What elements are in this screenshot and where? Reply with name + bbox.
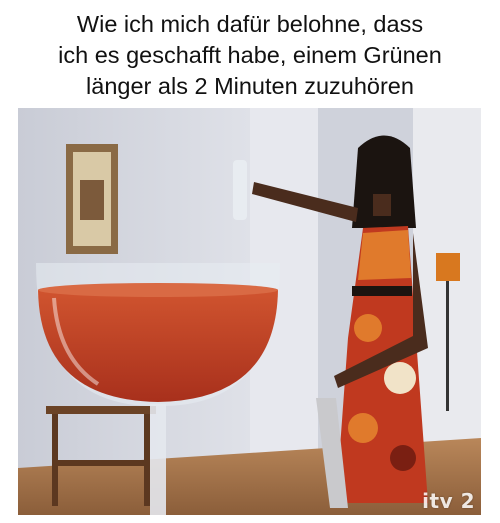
lamp-shade [436,253,460,281]
caption-line-1: Wie ich mich dafür belohne, dass [76,10,424,37]
meme-photo: itv 2 [18,108,481,515]
side-table-top [46,406,156,414]
meme-caption: Wie ich mich dafür belohne, dass ich es … [0,0,500,108]
photo-scene [18,108,481,515]
glass-stem [150,404,166,515]
caption-line-3: länger als 2 Minuten zuzuhören [86,72,414,99]
tv-channel-watermark: itv 2 [422,489,475,513]
lamp-stand [446,281,449,411]
caption-line-2: ich es geschafft habe, einem Grünen [58,41,442,68]
small-glass [233,160,247,220]
